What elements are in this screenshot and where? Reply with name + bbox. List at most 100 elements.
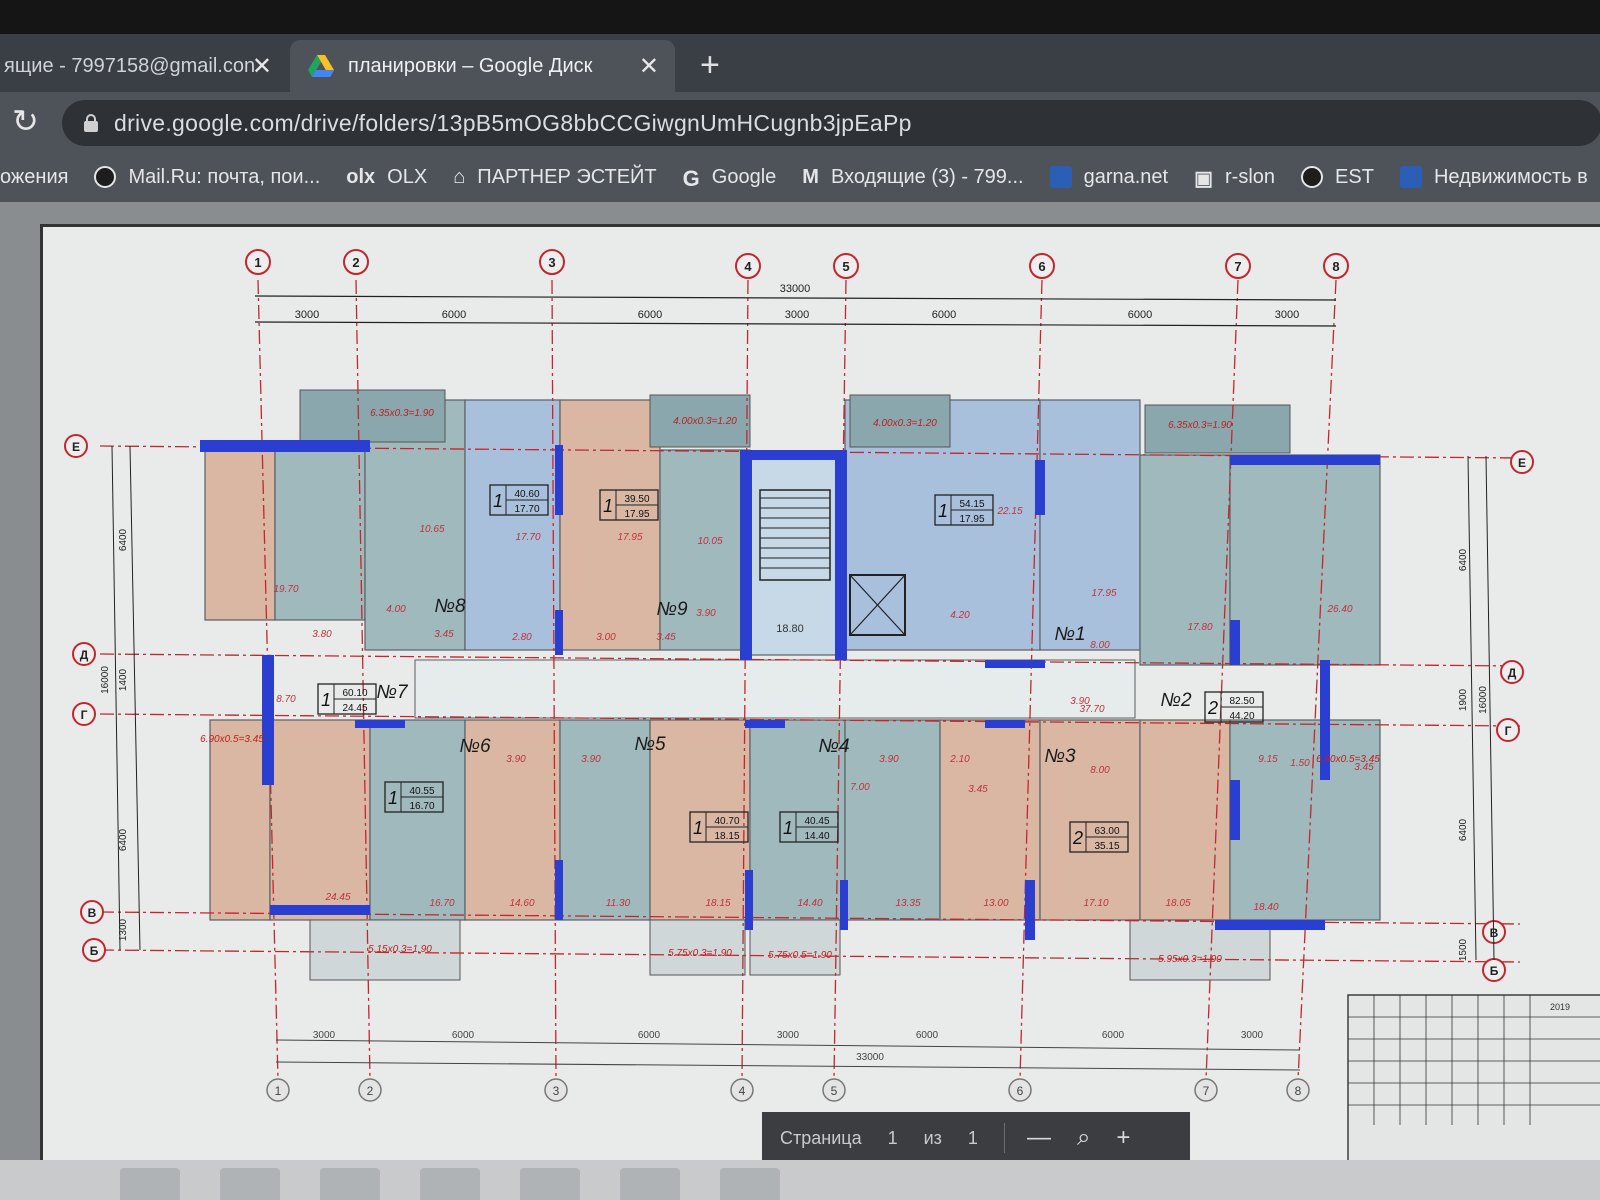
room-area: 18.05 [1165, 898, 1190, 909]
floor-plan-drawing: 18.80 1 2 3 4 5 6 7 8 1 2 3 4 5 6 7 8 Е Д Г В Б Е Д Г В Б 33000 3000… [64, 249, 1600, 1160]
room-count: 1 [388, 788, 398, 808]
zoom-out-button[interactable]: — [1027, 1124, 1051, 1152]
room-area: 3.90 [581, 754, 601, 765]
dimension-total: 33000 [856, 1052, 884, 1063]
taskbar-app[interactable] [420, 1168, 480, 1200]
room-area: 13.35 [895, 898, 920, 909]
dimension-span: 6400 [1458, 818, 1469, 841]
wall [200, 440, 370, 452]
apartment-number: №6 [459, 736, 491, 757]
axis-label: 6 [1038, 259, 1045, 274]
living-area: 17.95 [959, 514, 984, 525]
taskbar-app[interactable] [220, 1168, 280, 1200]
current-page-input[interactable]: 1 [888, 1128, 898, 1149]
axis-label: 3 [553, 1084, 560, 1098]
browser-window: ящие - 7997158@gmail.con ✕ планировки – … [0, 0, 1600, 1200]
balcony-area: 6.35x0.3=1.90 [370, 408, 434, 419]
divider [1003, 1123, 1005, 1153]
room-area: 7.00 [850, 782, 870, 793]
axis-label: 4 [744, 259, 752, 274]
taskbar-app[interactable] [120, 1168, 180, 1200]
dimension-span: 1300 [118, 918, 129, 941]
room-count: 1 [493, 491, 503, 511]
total-area: 40.60 [514, 489, 539, 500]
room [844, 719, 941, 921]
wall [262, 655, 274, 785]
dimension-span: 3000 [777, 1030, 800, 1041]
axis-label: 3 [548, 255, 555, 270]
corridor [414, 659, 1136, 719]
title-block-year: 2019 [1550, 1002, 1570, 1012]
wall [555, 860, 563, 920]
dimension-span: 6000 [1102, 1030, 1125, 1041]
axis-label: 7 [1234, 259, 1241, 274]
room [1039, 399, 1141, 651]
taskbar-app[interactable] [720, 1168, 780, 1200]
dimension-span: 1400 [118, 668, 129, 691]
total-area: 54.15 [959, 499, 984, 510]
total-area: 82.50 [1229, 696, 1254, 707]
apartment-number: №4 [818, 736, 849, 757]
taskbar-app[interactable] [320, 1168, 380, 1200]
balcony-area: 4.00x0.3=1.20 [673, 416, 737, 427]
apartment-number: №1 [1054, 624, 1085, 645]
axis-label: Б [1490, 964, 1499, 978]
axis-label: Б [90, 944, 99, 958]
room [209, 719, 271, 921]
balcony-area: 6.90x0.5=3.45 [200, 734, 264, 745]
room [559, 399, 661, 651]
total-pages: 1 [967, 1127, 978, 1148]
dimension-span: 6400 [118, 528, 129, 551]
living-area: 14.40 [804, 831, 829, 842]
dimension-span: 6000 [638, 1030, 661, 1041]
dimension-total: 16000 [1478, 686, 1489, 714]
total-area: 40.45 [804, 816, 829, 827]
total-area: 40.70 [714, 816, 739, 827]
magnifier-icon[interactable]: ⌕ [1077, 1124, 1090, 1152]
wall [985, 660, 1045, 668]
room-area: 22.15 [996, 506, 1022, 517]
dimension-span: 6000 [638, 309, 662, 321]
axis-label: Г [1505, 724, 1512, 738]
dimension-span: 6400 [1458, 548, 1469, 571]
room [659, 449, 751, 651]
dimension-span: 6000 [916, 1030, 939, 1041]
apartment-number: №5 [634, 734, 666, 755]
axis-label: Е [1518, 456, 1526, 470]
room-area: 2.80 [511, 632, 532, 643]
apartment-number: №9 [656, 599, 688, 620]
room-area: 3.45 [656, 632, 676, 643]
room-area: 17.80 [1187, 622, 1212, 633]
room-area: 3.45 [968, 784, 988, 795]
dimension-line [275, 1061, 1301, 1071]
room-area: 8.70 [276, 694, 296, 705]
room-area: 14.60 [509, 898, 534, 909]
axis-label: Г [81, 708, 88, 722]
taskbar-app[interactable] [520, 1168, 580, 1200]
room-area: 8.00 [1090, 765, 1110, 776]
room-area: 16.70 [429, 898, 454, 909]
taskbar-app[interactable] [620, 1168, 680, 1200]
dimension-span: 6400 [118, 828, 129, 851]
dimension-span: 6000 [932, 309, 956, 321]
wall [270, 905, 370, 915]
dimension-line [129, 445, 141, 951]
dimension-span: 3000 [1275, 309, 1299, 321]
room-area: 14.40 [797, 898, 822, 909]
room-area: 17.95 [617, 532, 642, 543]
balcony-area: 5.75x0.5=1.90 [768, 950, 832, 961]
room-area: 24.45 [324, 892, 350, 903]
axis-label: 7 [1203, 1084, 1210, 1098]
axis-label: 5 [842, 259, 849, 274]
room-count: 1 [603, 496, 613, 516]
wall [840, 880, 848, 930]
room-area: 3.00 [596, 632, 616, 643]
title-block [1347, 994, 1600, 1160]
axis-label: 8 [1332, 259, 1339, 274]
axis-label: 4 [739, 1084, 746, 1098]
room-area: 10.65 [419, 524, 444, 535]
room [1229, 719, 1381, 921]
zoom-in-button[interactable]: + [1116, 1124, 1130, 1152]
dimension-span: 6000 [1128, 309, 1152, 321]
room-area: 3.90 [506, 754, 526, 765]
